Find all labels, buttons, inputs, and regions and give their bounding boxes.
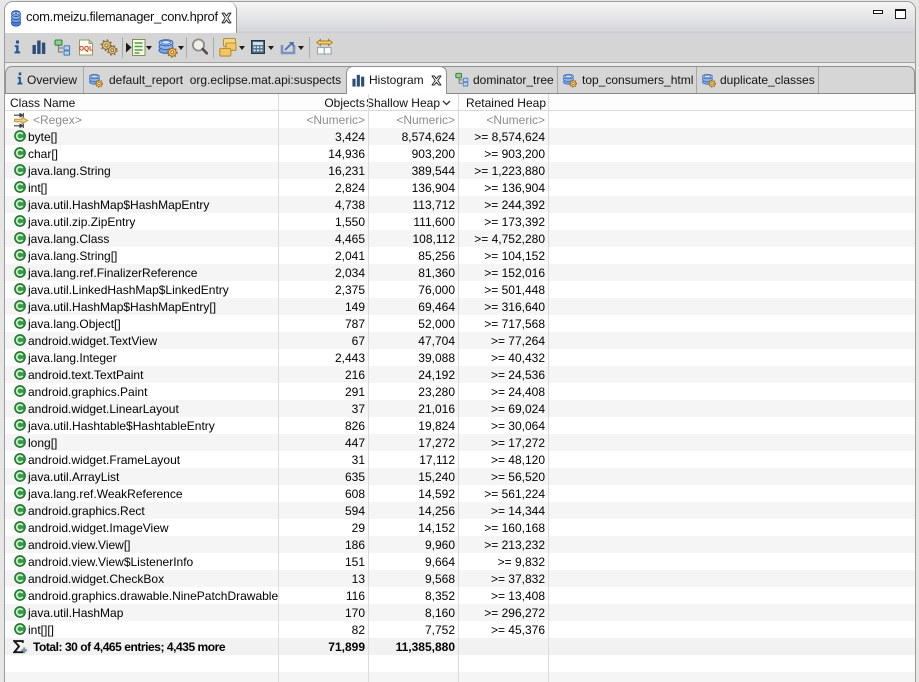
svg-text:OQL: OQL	[79, 46, 93, 53]
